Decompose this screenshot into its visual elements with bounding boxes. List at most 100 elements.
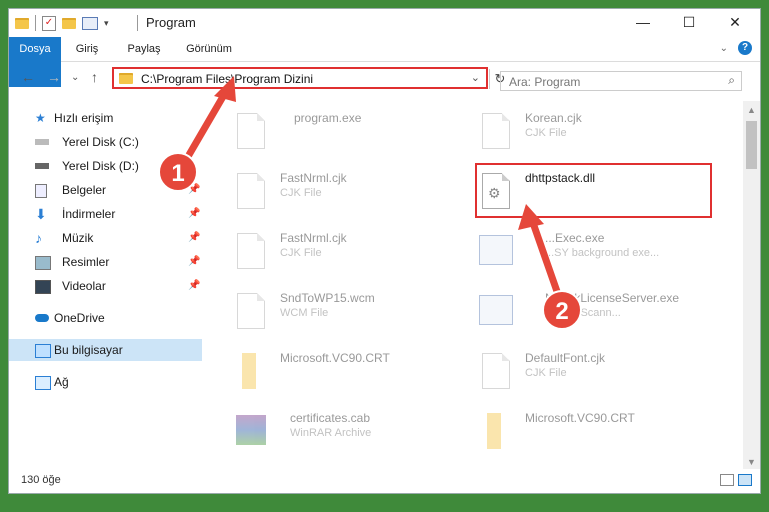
app-window-icon [479, 295, 513, 325]
file-name: certificates.cab [290, 411, 371, 425]
view-switcher [720, 474, 752, 486]
videos-icon [35, 280, 51, 294]
details-view-icon[interactable] [720, 474, 734, 486]
sidebar-item-label: Müzik [62, 231, 94, 245]
file-item[interactable]: DefaultFont.cjk CJK File [479, 347, 709, 397]
back-arrow-icon[interactable]: ← [21, 69, 35, 85]
vertical-scrollbar[interactable]: ▲ ▼ [743, 101, 760, 471]
file-item[interactable]: program.exe [234, 107, 464, 157]
title-bar: ✓ ▾ Program — ☐ ✕ [9, 9, 760, 37]
file-name: Korean.cjk [525, 111, 582, 125]
file-type: CJK File [525, 367, 567, 379]
help-icon[interactable]: ? [738, 41, 752, 55]
recent-locations-icon[interactable]: ⌄ [71, 72, 79, 83]
app-window-icon [479, 235, 513, 265]
ribbon-controls: ⌄ ? [720, 41, 752, 55]
sidebar-item-music[interactable]: ♪ Müzik 📌 [9, 227, 202, 249]
address-path: C:\Program Files\Program Dizini [141, 72, 314, 86]
file-item[interactable]: ...Exec.exe ...SY background exe... [479, 227, 709, 277]
scroll-up-icon[interactable]: ▲ [747, 105, 756, 115]
sidebar-item-label: OneDrive [54, 311, 105, 325]
file-item[interactable]: FastNrml.cjk CJK File [234, 227, 464, 277]
documents-icon [35, 184, 47, 198]
file-list: program.exe Korean.cjk CJK File FastNrml… [214, 101, 739, 471]
file-icon [234, 169, 268, 213]
sidebar-item-label: İndirmeler [62, 207, 116, 221]
sidebar-item-label: Ağ [54, 375, 69, 389]
expand-ribbon-icon[interactable]: ⌄ [720, 43, 728, 54]
file-name: FastNrml.cjk [280, 171, 347, 185]
pin-icon[interactable]: 📌 [188, 251, 200, 273]
pin-icon[interactable]: 📌 [188, 203, 200, 225]
disk-icon [35, 139, 49, 145]
download-icon: ⬇ [35, 206, 47, 222]
minimize-button[interactable]: — [620, 9, 666, 37]
folder-icon [242, 353, 256, 389]
sidebar-item-label: Bu bilgisayar [54, 343, 123, 357]
sidebar-item-label: Videolar [62, 279, 106, 293]
file-item[interactable]: SndToWP15.wcm WCM File [234, 287, 464, 337]
exe-icon [234, 109, 268, 153]
close-button[interactable]: ✕ [712, 9, 758, 37]
sidebar-item-videos[interactable]: Videolar 📌 [9, 275, 202, 297]
tab-share[interactable]: Paylaş [119, 37, 169, 61]
folder-icon [487, 413, 501, 449]
search-input[interactable]: Ara: Program ⌕ [500, 71, 742, 91]
maximize-button[interactable]: ☐ [666, 9, 712, 37]
sidebar-item-label: Yerel Disk (C:) [62, 135, 139, 149]
chevron-down-icon[interactable]: ⌄ [471, 71, 480, 84]
folder-icon [15, 17, 29, 29]
properties-check-icon[interactable]: ✓ [42, 15, 56, 31]
search-placeholder: Ara: Program [509, 75, 581, 89]
sidebar-item-onedrive[interactable]: OneDrive [9, 307, 202, 329]
file-icon [234, 289, 268, 333]
file-item[interactable]: Microsoft.VC90.CRT [479, 407, 709, 457]
file-name: DefaultFont.cjk [525, 351, 606, 365]
ribbon-tabs: Dosya Giriş Paylaş Görünüm ⌄ ? [9, 37, 760, 87]
view-options-icon[interactable] [82, 16, 98, 30]
separator [137, 15, 138, 31]
quick-access-toolbar: ✓ ▾ [15, 15, 109, 31]
file-item[interactable]: Korean.cjk CJK File [479, 107, 709, 157]
step-badge-1: 1 [158, 152, 198, 192]
tab-home[interactable]: Giriş [67, 37, 107, 61]
status-bar: 130 öğe [9, 469, 760, 493]
folder-icon [119, 73, 133, 84]
scroll-down-icon[interactable]: ▼ [747, 457, 756, 467]
customize-dropdown-icon[interactable]: ▾ [104, 18, 109, 29]
file-name: ...Exec.exe [545, 231, 605, 245]
window-title: Program [146, 15, 196, 30]
file-item[interactable]: Ne...rkLicenseServer.exe ...work Scann..… [479, 287, 709, 337]
up-arrow-icon[interactable]: ↑ [91, 69, 98, 85]
file-type: CJK File [280, 187, 322, 199]
tiles-view-icon[interactable] [738, 474, 752, 486]
sidebar-item-label: Yerel Disk (D:) [62, 159, 139, 173]
search-icon: ⌕ [728, 73, 735, 87]
file-item[interactable]: Microsoft.VC90.CRT [234, 347, 464, 397]
sidebar-item-pictures[interactable]: Resimler 📌 [9, 251, 202, 273]
item-count: 130 öğe [21, 474, 61, 486]
scroll-thumb[interactable] [746, 121, 757, 169]
archive-icon [236, 415, 266, 445]
navigation-bar: ← → ⌄ ↑ C:\Program Files\Program Dizini … [9, 62, 760, 94]
sidebar-item-downloads[interactable]: ⬇ İndirmeler 📌 [9, 203, 202, 225]
address-bar[interactable]: C:\Program Files\Program Dizini ⌄ [112, 67, 488, 89]
sidebar-item-this-pc[interactable]: Bu bilgisayar [9, 339, 202, 361]
network-icon [35, 376, 51, 390]
file-item[interactable]: FastNrml.cjk CJK File [234, 167, 464, 217]
forward-arrow-icon[interactable]: → [47, 69, 61, 85]
highlight-box-target-file [475, 163, 712, 218]
pin-icon[interactable]: 📌 [188, 227, 200, 249]
sidebar-item-local-disk-c[interactable]: Yerel Disk (C:) [9, 131, 202, 153]
new-folder-icon[interactable] [62, 17, 76, 29]
computer-icon [35, 344, 51, 358]
tab-view[interactable]: Görünüm [179, 37, 239, 61]
pin-icon[interactable]: 📌 [188, 275, 200, 297]
music-icon: ♪ [35, 230, 42, 246]
step-badge-2: 2 [542, 290, 582, 330]
sidebar-item-network[interactable]: Ağ [9, 371, 202, 393]
cloud-icon [35, 314, 49, 322]
file-item[interactable]: certificates.cab WinRAR Archive [234, 407, 464, 457]
sidebar-item-quick-access[interactable]: ★ Hızlı erişim [9, 107, 202, 129]
file-name: program.exe [294, 111, 362, 125]
